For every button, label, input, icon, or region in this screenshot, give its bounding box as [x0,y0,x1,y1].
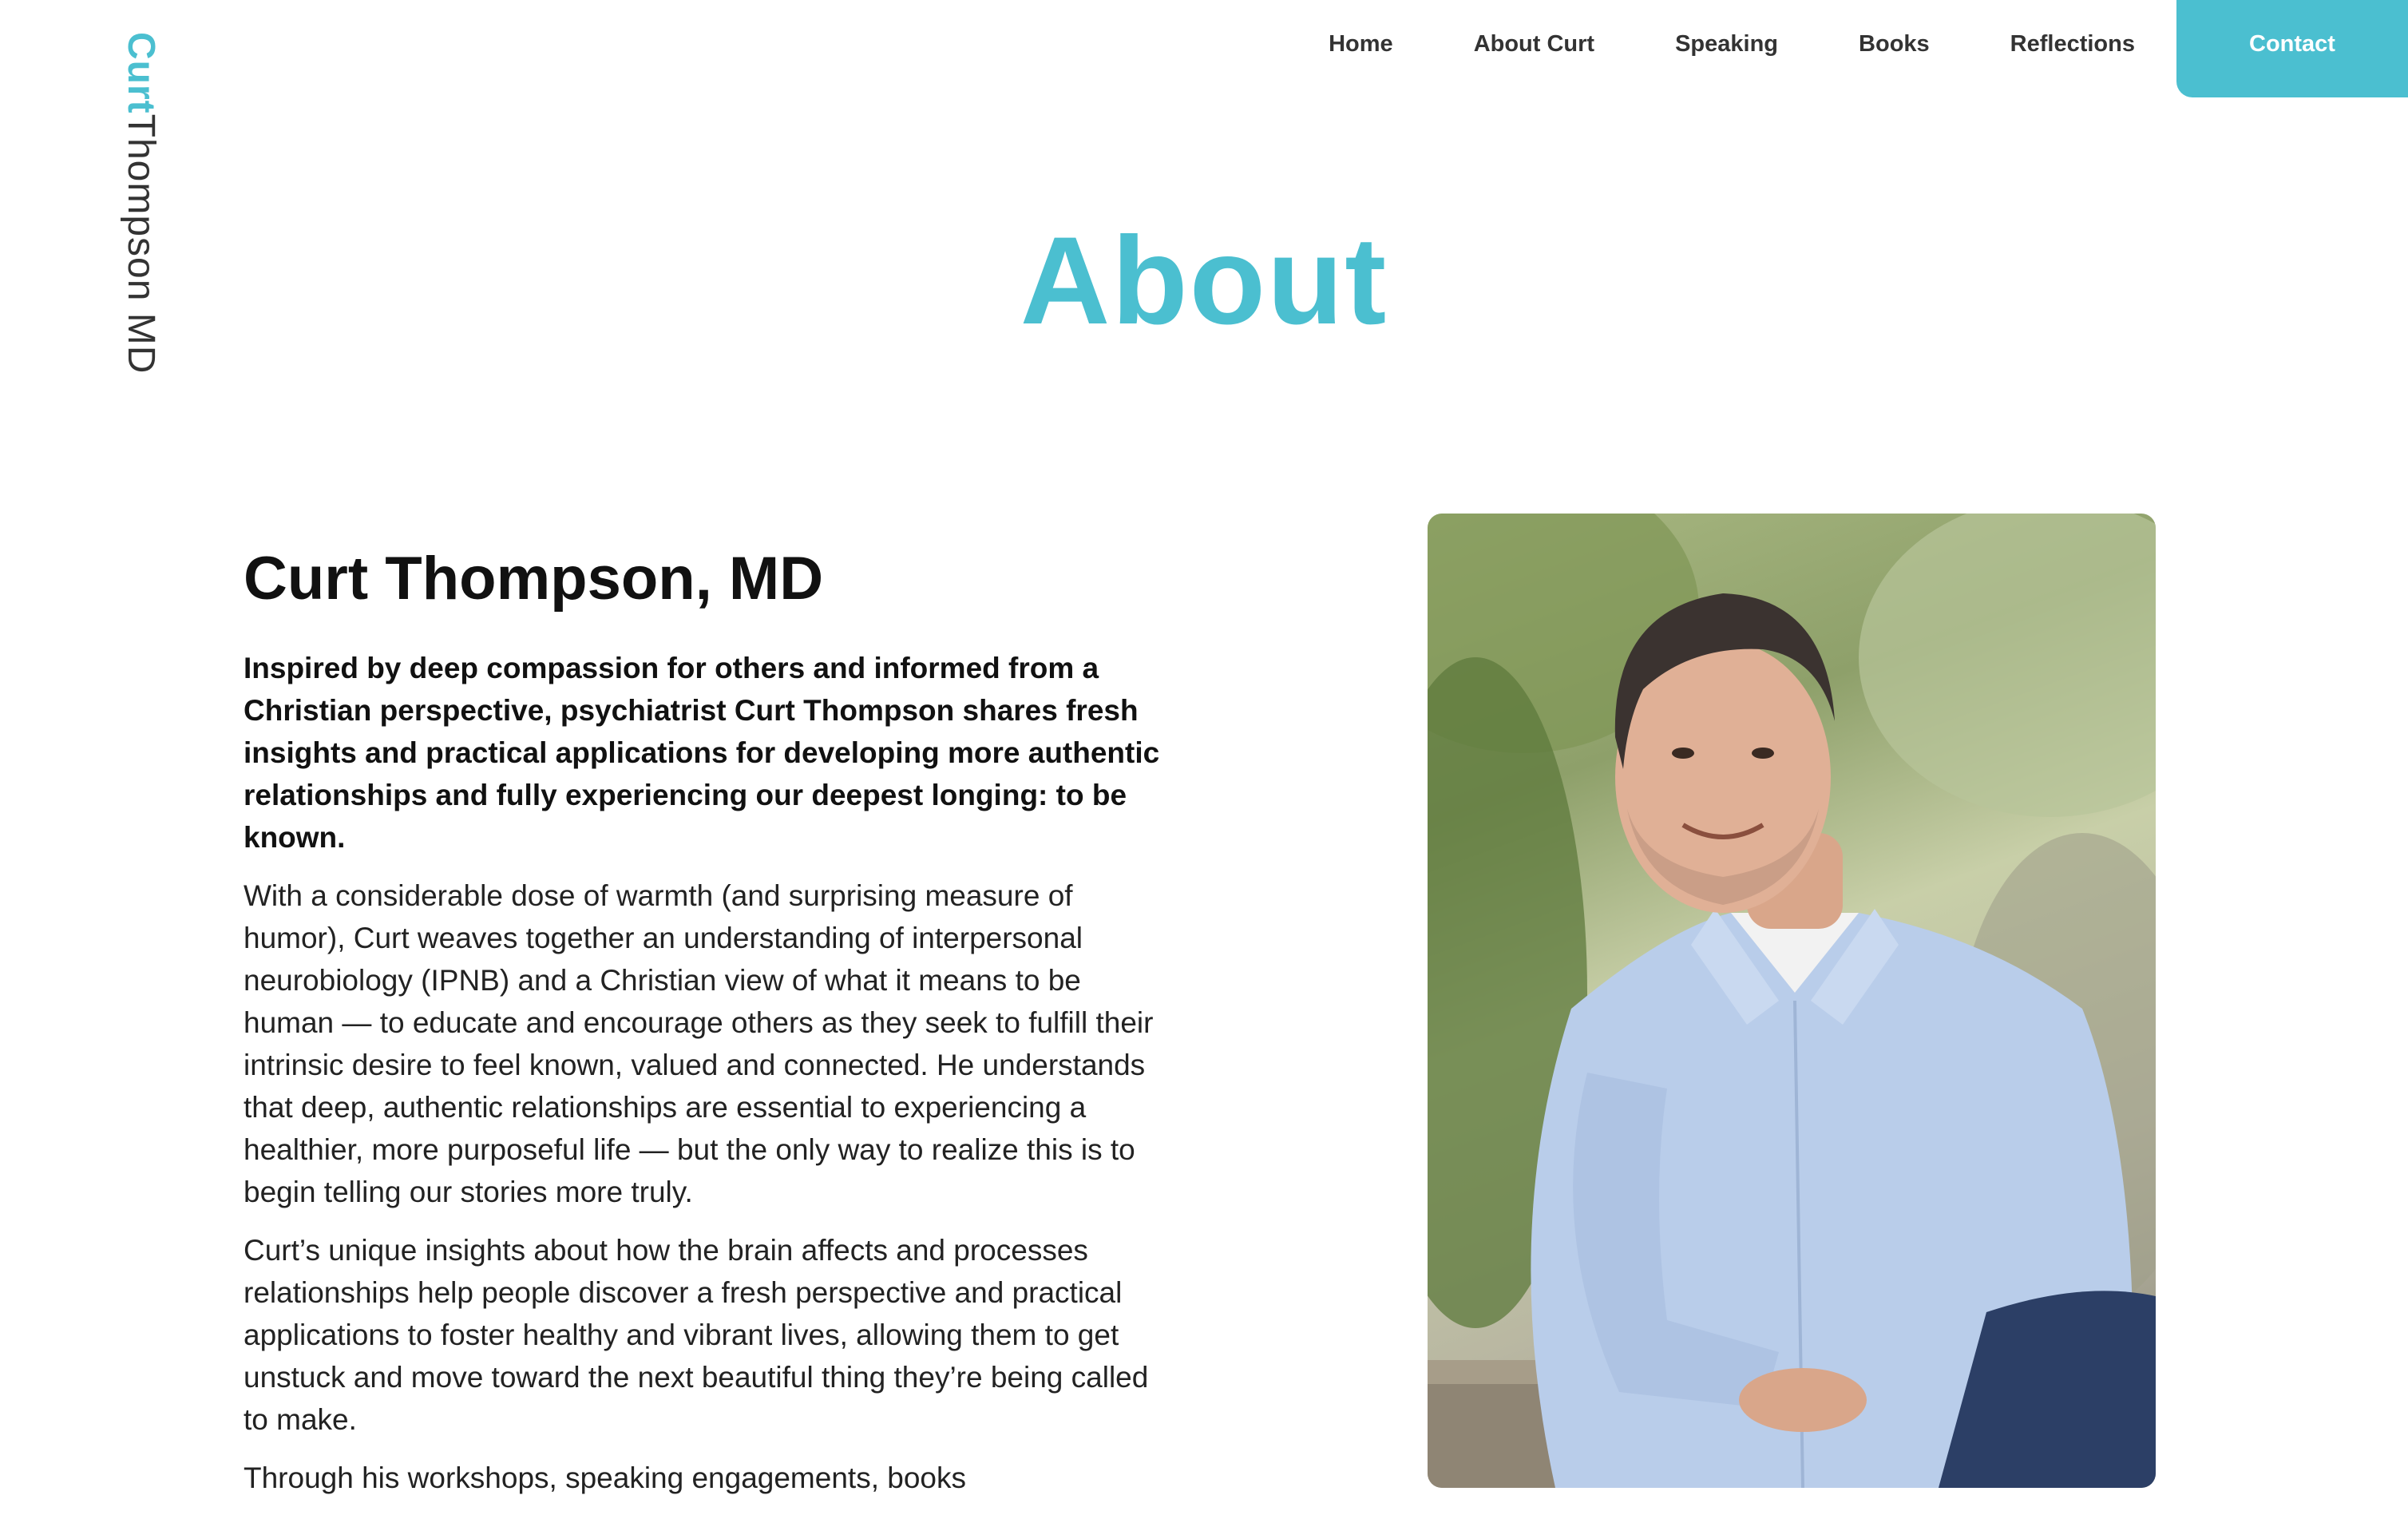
portrait-photo [1428,514,2156,1488]
about-heading: Curt Thompson, MD [244,545,824,613]
about-paragraph: With a considerable dose of warmth (and … [244,879,1154,1208]
nav-list: Home About Curt Speaking Books Reflectio… [1329,0,2176,88]
nav-item-about-curt[interactable]: About Curt [1474,31,1594,58]
portrait-illustration [1428,514,2156,1488]
about-lead-paragraph: Inspired by deep compassion for others a… [244,652,1160,854]
nav-item-speaking[interactable]: Speaking [1675,31,1778,58]
about-paragraph: Curt’s unique insights about how the bra… [244,1234,1149,1436]
nav-item-reflections[interactable]: Reflections [2010,31,2135,58]
contact-button[interactable]: Contact [2176,0,2408,97]
brand-first-name: Curt [120,32,162,114]
about-paragraph: Through his workshops, speaking engageme… [244,1461,966,1494]
main-navigation: Home About Curt Speaking Books Reflectio… [1329,0,2408,97]
page-title: About [1020,212,1388,351]
nav-item-books[interactable]: Books [1859,31,1930,58]
about-content: Curt Thompson, MD Inspired by deep compa… [244,543,1170,1515]
nav-item-home[interactable]: Home [1329,31,1393,58]
